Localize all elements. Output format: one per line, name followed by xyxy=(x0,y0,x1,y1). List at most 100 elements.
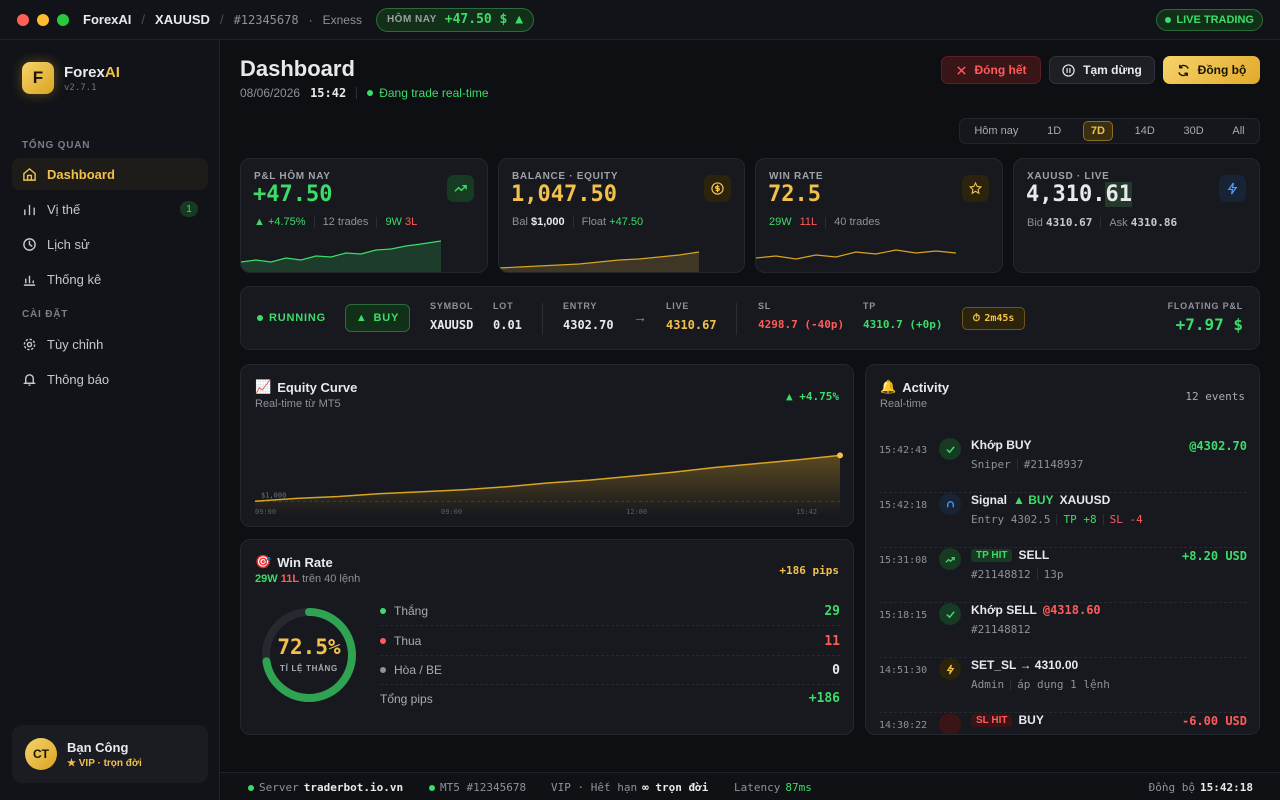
range-14d[interactable]: 14D xyxy=(1128,122,1162,140)
sidebar-item-history[interactable]: Lịch sử xyxy=(12,228,208,260)
account-number: #12345678 xyxy=(233,12,299,27)
page-subtitle: 08/06/2026 15:42 Đang trade real-time xyxy=(240,86,489,100)
list-item[interactable]: 14:30:22 SL HIT BUY -6.00 USD xyxy=(879,713,1247,734)
page-title: Dashboard xyxy=(240,56,355,81)
timer-icon: ⏱ xyxy=(972,313,981,324)
range-today[interactable]: Hôm nay xyxy=(967,122,1025,140)
avatar: CT xyxy=(25,738,57,770)
status-bar: Server traderbot.io.vn MT5 #12345678 VIP … xyxy=(221,772,1280,800)
floating-pnl: +7.97 $ xyxy=(1175,315,1243,334)
sidebar-item-customize[interactable]: Tùy chỉnh xyxy=(12,328,208,360)
main-content: Dashboard 08/06/2026 15:42 Đang trade re… xyxy=(221,40,1280,770)
trend-up-icon xyxy=(939,548,961,570)
app-name: ForexAI xyxy=(83,12,132,27)
position-lot: 0.01 xyxy=(493,318,522,332)
clock-icon xyxy=(23,237,36,251)
target-icon: 🎯 xyxy=(255,554,272,569)
winrate-sparkline xyxy=(756,249,956,260)
section-overview-label: TỔNG QUAN xyxy=(22,140,91,151)
close-all-button[interactable]: Đóng hết xyxy=(941,56,1041,84)
sidebar-item-positions[interactable]: Vị thế 1 xyxy=(12,193,208,225)
close-window-button[interactable] xyxy=(17,13,29,26)
baseline-label: $1,000 xyxy=(261,491,286,499)
broker-name: Exness xyxy=(322,12,362,27)
dollar-icon xyxy=(704,175,731,202)
activity-card: 🔔 Activity Real-time 12 events 15:42:43 K… xyxy=(865,364,1260,735)
sync-button[interactable]: Đồng bộ xyxy=(1163,56,1260,84)
sidebar-item-stats[interactable]: Thống kê xyxy=(12,263,208,295)
pnl-value: +47.50 xyxy=(253,182,333,207)
x-tick-label: 15:42 xyxy=(796,508,817,516)
kpi-winrate-card: WIN RATE 72.5 29W 11L 40 trades xyxy=(755,158,1003,273)
title-bar: ForexAI / XAUUSD / #12345678 · Exness HÔ… xyxy=(0,0,1280,40)
home-icon xyxy=(23,167,36,181)
logo-icon: F xyxy=(22,62,54,94)
equity-curve-card: 📈 Equity Curve Real-time từ MT5 ▲ +4.75% … xyxy=(240,364,854,527)
sidebar-item-dashboard[interactable]: Dashboard xyxy=(12,158,208,190)
server-status: Server traderbot.io.vn xyxy=(248,781,403,794)
range-7d[interactable]: 7D xyxy=(1082,121,1113,141)
pnl-sparkline xyxy=(241,240,441,272)
running-status: RUNNING xyxy=(257,312,326,324)
refresh-icon xyxy=(1177,64,1189,76)
bar-chart-icon xyxy=(24,204,35,215)
trend-up-icon xyxy=(447,175,474,202)
range-all[interactable]: All xyxy=(1225,122,1251,140)
live-trading-badge: LIVE TRADING xyxy=(1156,9,1263,31)
logo[interactable]: F ForexAI v2.7.1 xyxy=(22,62,120,94)
vip-status: VIP · Hết hạn ∞ trọn đời xyxy=(551,781,709,794)
range-30d[interactable]: 30D xyxy=(1177,122,1211,140)
kpi-balance-card: BALANCE · EQUITY 1,047.50 Bal $1,000 Floa… xyxy=(498,158,745,273)
mt5-status: MT5 #12345678 xyxy=(429,781,526,794)
current-time: 15:42 xyxy=(310,86,347,100)
user-name: Bạn Công xyxy=(67,739,129,755)
position-symbol: XAUUSD xyxy=(430,318,474,332)
open-position-strip: RUNNING ▲ BUY SYMBOL XAUUSD LOT 0.01 ENTRY 4… xyxy=(240,286,1260,350)
current-date: 08/06/2026 xyxy=(240,86,301,100)
lightning-icon xyxy=(1219,175,1246,202)
symbol-name: XAUUSD xyxy=(155,12,210,27)
arrow-right-icon: → xyxy=(633,309,647,325)
list-item[interactable]: 15:42:43 Khớp BUY Sniper #21148937 @4302.… xyxy=(879,438,1247,493)
check-icon xyxy=(939,438,961,460)
latency: Latency 87ms xyxy=(734,781,812,794)
signal-icon xyxy=(939,493,961,515)
legend-wins: Thắng 29 xyxy=(380,597,840,626)
list-item[interactable]: 14:51:30 SET_SL → 4310.00 Admin áp dụng 1… xyxy=(879,658,1247,713)
star-icon xyxy=(962,175,989,202)
user-plan: ★ VIP · trọn đời xyxy=(67,757,142,769)
today-pnl-pill: HÔM NAY +47.50 $ ▲ xyxy=(375,7,535,32)
position-tp: 4310.7 (+0p) xyxy=(863,318,943,331)
list-item[interactable]: 15:31:08 TP HIT SELL #21148812 13p +8.20 U… xyxy=(879,548,1247,603)
window-controls xyxy=(17,13,69,26)
last-sync: Đồng bộ 15:42:18 xyxy=(1148,781,1253,794)
range-1d[interactable]: 1D xyxy=(1040,122,1068,140)
minimize-window-button[interactable] xyxy=(37,13,49,26)
trend-down-icon xyxy=(939,713,961,734)
sidebar: F ForexAI v2.7.1 TỔNG QUAN Dashboard Vị … xyxy=(0,40,220,800)
time-range-selector: Hôm nay 1D 7D 14D 30D All xyxy=(959,118,1260,144)
side-chip: ▲ BUY xyxy=(345,304,410,332)
x-tick-label: 12:00 xyxy=(626,508,647,516)
sidebar-item-notifications[interactable]: Thông báo xyxy=(12,363,208,395)
check-icon xyxy=(939,603,961,625)
position-entry: 4302.70 xyxy=(563,318,614,332)
trade-status: Đang trade real-time xyxy=(367,86,489,100)
equity-value: 1,047.50 xyxy=(511,182,617,207)
equity-last-point xyxy=(837,452,843,459)
user-profile[interactable]: CT Bạn Công ★ VIP · trọn đời xyxy=(12,725,208,783)
legend-losses: Thua 11 xyxy=(380,627,840,656)
breadcrumb: ForexAI / XAUUSD / #12345678 · Exness xyxy=(83,12,362,27)
bell-icon: 🔔 xyxy=(880,379,897,394)
pause-button[interactable]: Tạm dừng xyxy=(1049,56,1155,84)
legend-total-pips: Tổng pips +186 xyxy=(380,691,840,706)
maximize-window-button[interactable] xyxy=(57,13,69,26)
list-item[interactable]: 15:42:18 Signal ▲ BUY XAUUSD Entry 4302.5 T… xyxy=(879,493,1247,548)
gear-icon xyxy=(23,338,36,350)
duration-chip: ⏱ 2m45s xyxy=(962,307,1025,330)
bell-icon xyxy=(23,373,36,386)
total-pips: +186 pips xyxy=(779,564,839,577)
positions-count-badge: 1 xyxy=(180,201,198,217)
app-version: v2.7.1 xyxy=(64,82,97,93)
list-item[interactable]: 15:18:15 Khớp SELL @4318.60 #21148812 xyxy=(879,603,1247,658)
